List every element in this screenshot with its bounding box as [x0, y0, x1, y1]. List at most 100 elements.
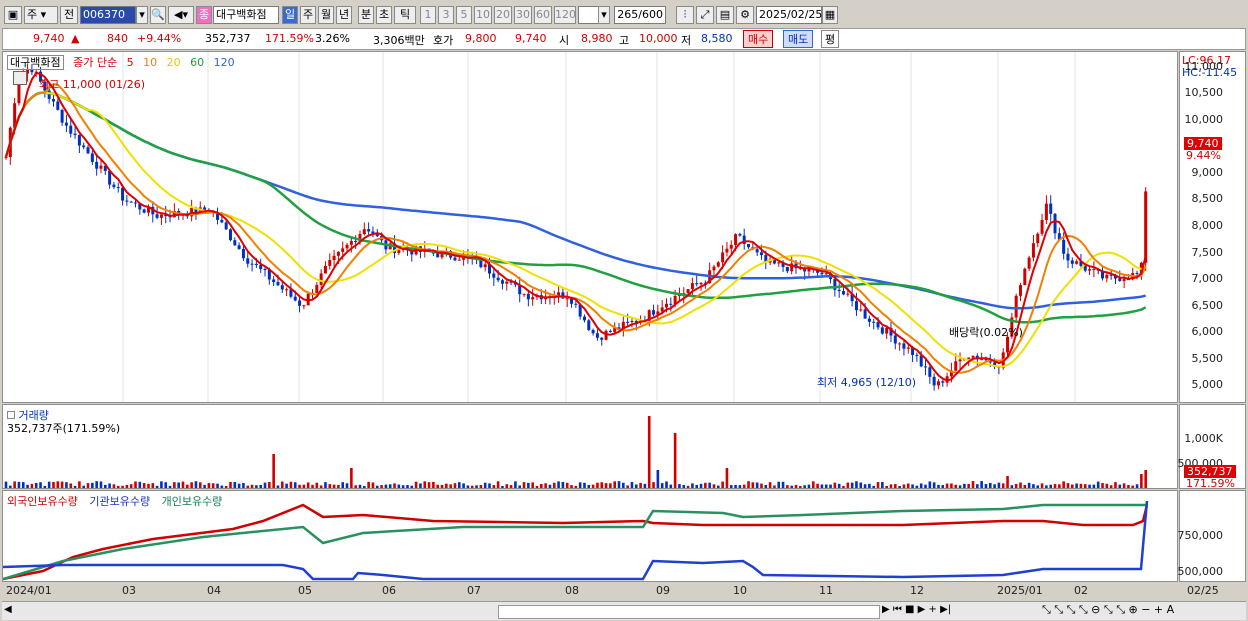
volume-bar	[587, 484, 591, 488]
candle-icon[interactable]: ⫶	[676, 6, 694, 24]
scroll-right-icon[interactable]: ▶ ⏮ ■ ▶ + ▶|	[882, 604, 951, 615]
save-icon[interactable]: ▤	[716, 6, 734, 24]
tab-minute[interactable]: 분	[358, 6, 374, 24]
interval-3[interactable]: 3	[438, 6, 454, 24]
window-icon[interactable]: ▣	[4, 6, 22, 24]
volume-bar	[842, 485, 845, 488]
scroll-left-icon[interactable]: ◀	[4, 604, 12, 615]
volume-bar	[773, 485, 776, 488]
buy-button[interactable]: 매수	[743, 30, 774, 48]
tab-month[interactable]: 월	[318, 6, 334, 24]
volume-bar	[1032, 484, 1035, 488]
volume-bar	[863, 484, 867, 488]
ma20-label: 20	[166, 56, 181, 69]
x-axis-label: 12	[910, 584, 924, 597]
candle	[738, 234, 742, 236]
volume-bar	[341, 482, 345, 488]
search-icon[interactable]: 🔍	[150, 6, 166, 24]
candle	[1062, 239, 1066, 254]
price-axis: LC:96.17 HC:-11.45 11,00010,50010,0009,5…	[1179, 51, 1246, 403]
price-legend: 대구백화점 종가 단순 5 10 20 60 120	[7, 54, 241, 70]
price-tick: 6,000	[1191, 325, 1224, 339]
candle	[664, 303, 668, 308]
scrollbar[interactable]: ◀ ▶ ⏮ ■ ▶ + ▶| ⤡ ⤡ ⤡ ⤡ ⊖ ⤡ ⤡ ⊕ − + A	[2, 601, 1246, 620]
holdings-panel[interactable]: 외국인보유수량 기관보유수량 개인보유수량	[2, 490, 1178, 582]
volume-bar	[324, 482, 327, 488]
volume-panel[interactable]: 거래량 352,737주(171.59%)	[2, 404, 1178, 489]
interval-5[interactable]: 5	[456, 6, 472, 24]
volume-chart-svg	[4, 416, 1147, 488]
volume-bar	[734, 484, 737, 488]
holdings-axis: 750,000 500,000	[1178, 490, 1246, 582]
chevron-down-icon[interactable]: ▾	[598, 6, 610, 24]
interval-60[interactable]: 60	[534, 6, 552, 24]
gear-icon[interactable]: ⚙	[736, 6, 754, 24]
avg-button[interactable]: 평	[821, 30, 840, 48]
volume-bar	[786, 485, 789, 488]
stock-code-input[interactable]: 006370	[80, 6, 136, 24]
price-panel[interactable]: 대구백화점 종가 단순 5 10 20 60 120 최고 11,000 (01…	[2, 51, 1178, 403]
market-select[interactable]: 주 ▾	[24, 6, 58, 24]
volume-bar	[190, 482, 193, 488]
tab-week[interactable]: 주	[300, 6, 316, 24]
date-input[interactable]: 2025/02/25	[756, 6, 822, 24]
candle	[531, 297, 535, 300]
tab-second[interactable]: 초	[376, 6, 392, 24]
volume-bar	[1092, 484, 1096, 488]
candle	[250, 263, 254, 265]
volume-bar	[17, 481, 21, 488]
candle	[60, 109, 64, 123]
tab-day[interactable]: 일	[282, 6, 298, 24]
candle	[155, 214, 159, 218]
grid-toggle-icon[interactable]	[13, 71, 27, 85]
x-axis-label: 03	[122, 584, 136, 597]
volume-bar	[760, 483, 763, 488]
count-input[interactable]: 265/600	[614, 6, 666, 24]
volume-bar	[56, 481, 60, 488]
interval-1[interactable]: 1	[420, 6, 436, 24]
volume-bar	[643, 483, 647, 488]
interval-30[interactable]: 30	[514, 6, 532, 24]
candle	[954, 361, 958, 371]
candle	[328, 260, 332, 266]
tab-tick[interactable]: 틱	[394, 6, 416, 24]
volume-bar	[911, 484, 914, 488]
volume-bar	[980, 481, 983, 488]
candle	[734, 234, 738, 245]
volume-bar	[876, 482, 880, 488]
sell-button[interactable]: 매도	[783, 30, 814, 48]
interval-10[interactable]: 10	[474, 6, 492, 24]
volume-bar	[410, 485, 414, 488]
candle	[505, 281, 509, 284]
volume-bar	[583, 482, 586, 488]
volume-bar	[388, 484, 392, 488]
candle	[496, 277, 500, 281]
candle	[1135, 272, 1139, 274]
interval-120[interactable]: 120	[554, 6, 576, 24]
volume-bar	[846, 482, 850, 488]
sound-icon[interactable]: ◀▾	[168, 6, 194, 24]
tab-year[interactable]: 년	[336, 6, 352, 24]
draw-tool-icon[interactable]: ⤢	[696, 6, 714, 24]
zoom-tools[interactable]: ⤡ ⤡ ⤡ ⤡ ⊖ ⤡ ⤡ ⊕ − + A	[1042, 603, 1174, 617]
volume-bar	[552, 482, 556, 488]
candle	[600, 337, 604, 340]
volume-bar	[630, 481, 634, 488]
period-type-button[interactable]: 전	[60, 6, 78, 24]
volume-bar	[591, 484, 595, 488]
volume-bar	[160, 481, 163, 488]
volume-bar	[1070, 484, 1074, 488]
holdings-chart-svg	[3, 500, 1149, 581]
volume-bar	[186, 484, 189, 488]
candle	[928, 367, 932, 377]
volume-bar	[95, 481, 98, 488]
volume-axis: 1,000K 500,000 352,737 171.59%	[1178, 404, 1246, 490]
volume-bar	[26, 484, 29, 488]
calendar-icon[interactable]: ▦	[822, 6, 838, 24]
scroll-thumb[interactable]	[498, 605, 880, 619]
interval-20[interactable]: 20	[494, 6, 512, 24]
chevron-down-icon[interactable]: ▾	[136, 6, 148, 24]
volume-bar	[1027, 482, 1031, 488]
candle	[841, 291, 845, 295]
volume-bar	[337, 485, 340, 488]
